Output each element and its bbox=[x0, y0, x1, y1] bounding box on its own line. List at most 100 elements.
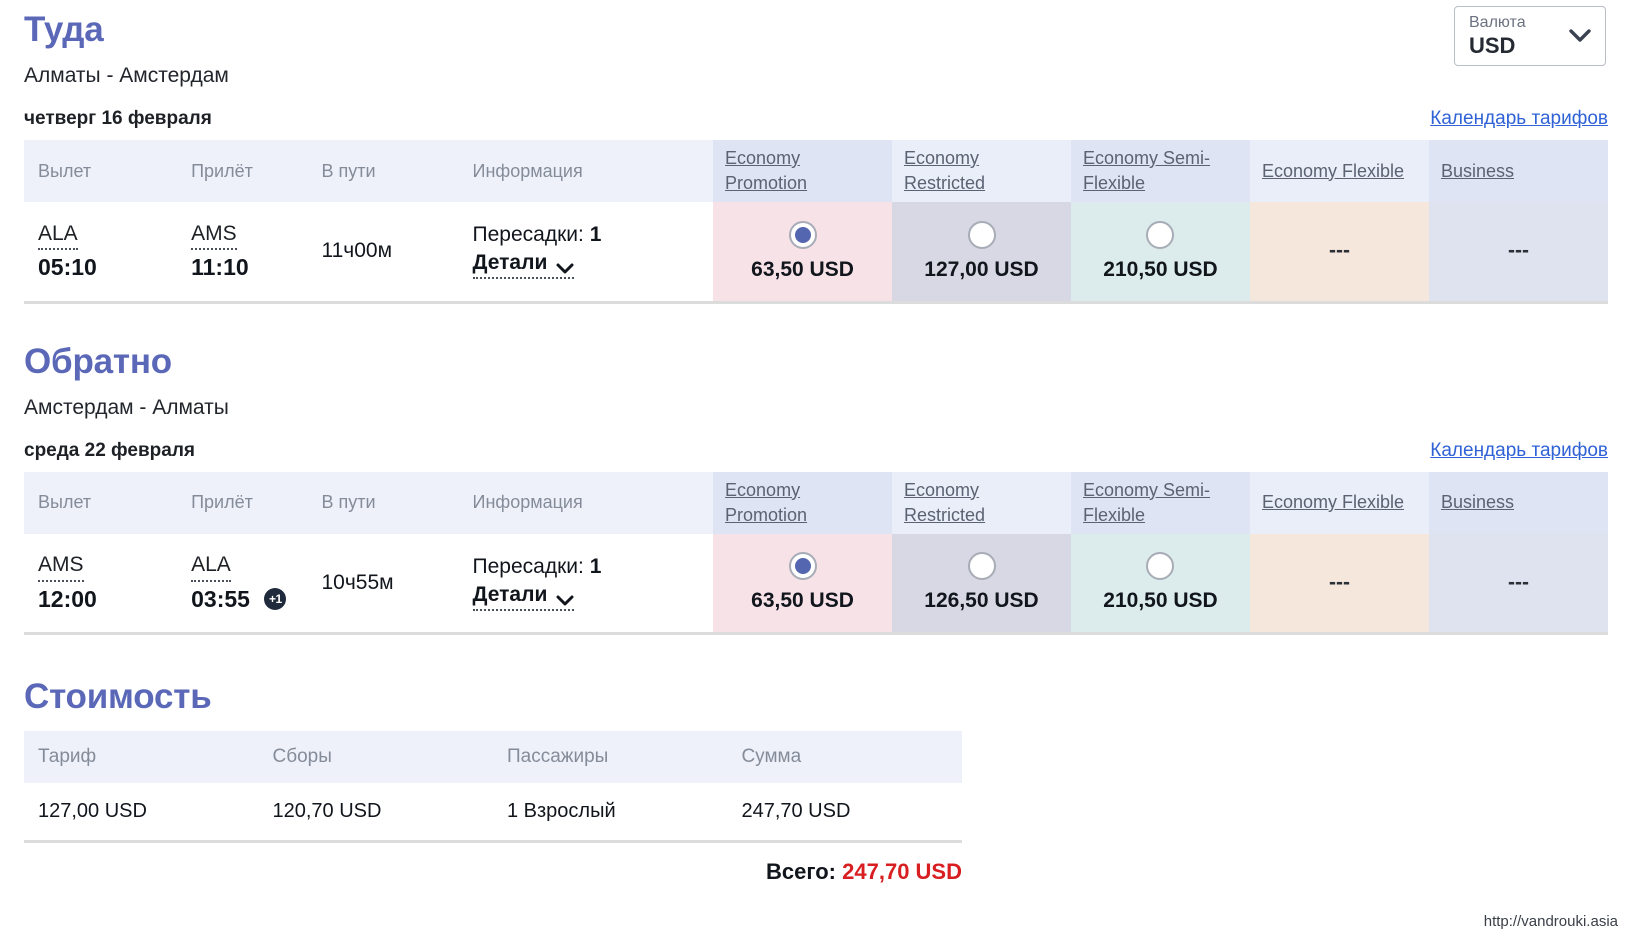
departure-airport-code[interactable]: AMS bbox=[38, 552, 84, 582]
cost-title: Стоимость bbox=[24, 677, 212, 716]
column-header-info: Информация bbox=[458, 471, 714, 534]
column-header-duration: В пути bbox=[307, 471, 459, 534]
arrival-time-value: 11:10 bbox=[191, 254, 249, 280]
fare-class-link-business[interactable]: Business bbox=[1441, 490, 1514, 515]
chevron-down-icon bbox=[556, 589, 574, 606]
departure-time: 05:10 bbox=[38, 254, 97, 280]
inbound-route: Амстердам - Алматы bbox=[24, 395, 229, 419]
inbound-section: Обратно Амстердам - Алматы среда 22 февр… bbox=[24, 304, 1608, 635]
outbound-route: Алматы - Амстердам bbox=[24, 64, 229, 87]
details-label: Детали bbox=[472, 251, 548, 275]
fare-cell-economy-flexible: --- bbox=[1249, 533, 1429, 635]
fare-unavailable-business: --- bbox=[1507, 570, 1529, 594]
fare-radio-economy-semi-flexible[interactable] bbox=[1146, 220, 1175, 249]
fare-selection-page: Валюта USD Туда Алматы - Амстердам четве… bbox=[0, 0, 1632, 940]
cost-value-taxes: 120,70 USD bbox=[258, 783, 493, 843]
fare-radio-economy-restricted[interactable] bbox=[967, 552, 996, 581]
inbound-title: Обратно bbox=[24, 341, 172, 381]
fare-price-economy-promotion: 63,50 USD bbox=[751, 589, 854, 613]
currency-selector[interactable]: Валюта USD bbox=[1454, 6, 1606, 66]
inbound-fare-calendar-link[interactable]: Календарь тарифов bbox=[1430, 440, 1608, 462]
fare-cell-economy-restricted[interactable]: 126,50 USD bbox=[892, 533, 1071, 635]
cost-section: Стоимость Тариф Сборы Пассажиры Сумма 12… bbox=[24, 677, 1608, 885]
fare-class-header-business: Business bbox=[1428, 471, 1608, 534]
table-row: ALA 05:10 AMS 11:10 11ч00м Пересадки: 1 … bbox=[24, 202, 1608, 304]
duration-cell: 11ч00м bbox=[307, 202, 459, 304]
flight-duration: 10ч55м bbox=[321, 570, 394, 594]
inbound-flight-table: Вылет Прилёт В пути Информация Economy P… bbox=[24, 471, 1608, 635]
inbound-header-row: Вылет Прилёт В пути Информация Economy P… bbox=[24, 471, 1608, 534]
fare-class-link-economy-promotion[interactable]: Economy Promotion bbox=[725, 146, 880, 196]
outbound-section: Туда Алматы - Амстердам четверг 16 февра… bbox=[24, 0, 1608, 304]
details-toggle[interactable]: Детали bbox=[472, 582, 575, 611]
info-cell: Пересадки: 1 Детали bbox=[458, 533, 714, 635]
fare-cell-economy-restricted[interactable]: 127,00 USD bbox=[892, 202, 1071, 304]
fare-class-link-economy-flexible[interactable]: Economy Flexible bbox=[1262, 490, 1404, 515]
column-header-arrival: Прилёт bbox=[177, 140, 308, 202]
stops-label: Пересадки: bbox=[472, 554, 584, 578]
column-header-duration: В пути bbox=[307, 140, 459, 202]
fare-class-header-economy-flexible: Economy Flexible bbox=[1249, 471, 1429, 534]
outbound-header-row: Вылет Прилёт В пути Информация Economy P… bbox=[24, 140, 1608, 202]
departure-cell: ALA 05:10 bbox=[24, 202, 178, 304]
fare-radio-economy-promotion[interactable] bbox=[788, 220, 817, 249]
fare-cell-economy-promotion[interactable]: 63,50 USD bbox=[713, 202, 893, 304]
outbound-date-row: четверг 16 февраля Календарь тарифов bbox=[24, 108, 1608, 130]
arrival-airport-code[interactable]: ALA bbox=[191, 552, 231, 582]
cost-column-header-passengers: Пассажиры bbox=[492, 731, 728, 783]
fare-cell-economy-semi-flexible[interactable]: 210,50 USD bbox=[1071, 202, 1250, 304]
fare-class-link-economy-flexible[interactable]: Economy Flexible bbox=[1262, 159, 1404, 184]
fare-class-link-economy-semi-flexible[interactable]: Economy Semi-Flexible bbox=[1083, 478, 1238, 528]
fare-class-link-business[interactable]: Business bbox=[1441, 159, 1514, 184]
fare-radio-economy-promotion[interactable] bbox=[788, 552, 817, 581]
arrival-time: 11:10 bbox=[191, 253, 293, 282]
fare-class-link-economy-semi-flexible[interactable]: Economy Semi-Flexible bbox=[1083, 146, 1238, 196]
fare-cell-economy-promotion[interactable]: 63,50 USD bbox=[713, 533, 893, 635]
flight-duration: 11ч00м bbox=[321, 239, 393, 263]
details-toggle[interactable]: Детали bbox=[472, 251, 575, 280]
arrival-cell: ALA 03:55 +1 bbox=[177, 533, 308, 635]
outbound-fare-calendar-link[interactable]: Календарь тарифов bbox=[1430, 108, 1608, 130]
fare-class-link-economy-restricted[interactable]: Economy Restricted bbox=[904, 478, 1059, 528]
inbound-date: среда 22 февраля bbox=[24, 439, 196, 461]
stops-info: Пересадки: 1 bbox=[473, 223, 700, 247]
details-label: Детали bbox=[472, 582, 548, 606]
fare-class-header-business: Business bbox=[1428, 140, 1608, 202]
cost-column-header-sum: Сумма bbox=[727, 731, 962, 783]
fare-class-header-economy-flexible: Economy Flexible bbox=[1249, 140, 1429, 202]
fare-class-header-economy-restricted: Economy Restricted bbox=[892, 140, 1071, 202]
stops-count: 1 bbox=[589, 554, 602, 578]
stops-info: Пересадки: 1 bbox=[473, 555, 700, 579]
cost-column-header-taxes: Сборы bbox=[258, 731, 493, 783]
departure-airport-code[interactable]: ALA bbox=[38, 221, 78, 250]
fare-class-header-economy-restricted: Economy Restricted bbox=[892, 471, 1071, 534]
cost-column-header-fare: Тариф bbox=[24, 731, 259, 783]
cost-value-fare: 127,00 USD bbox=[24, 783, 259, 843]
info-cell: Пересадки: 1 Детали bbox=[458, 202, 714, 304]
fare-class-link-economy-restricted[interactable]: Economy Restricted bbox=[904, 146, 1059, 196]
fare-cell-economy-semi-flexible[interactable]: 210,50 USD bbox=[1071, 533, 1250, 635]
stops-count: 1 bbox=[589, 223, 602, 247]
fare-cell-economy-flexible: --- bbox=[1249, 202, 1429, 304]
duration-cell: 10ч55м bbox=[307, 533, 459, 635]
fare-price-economy-restricted: 126,50 USD bbox=[924, 589, 1039, 613]
fare-class-header-economy-promotion: Economy Promotion bbox=[713, 471, 893, 534]
fare-cell-business: --- bbox=[1428, 533, 1608, 635]
fare-price-economy-semi-flexible: 210,50 USD bbox=[1103, 257, 1218, 281]
fare-price-economy-restricted: 127,00 USD bbox=[924, 257, 1039, 281]
outbound-flight-table: Вылет Прилёт В пути Информация Economy P… bbox=[24, 140, 1608, 304]
cost-header-row: Тариф Сборы Пассажиры Сумма bbox=[24, 731, 962, 783]
fare-radio-economy-restricted[interactable] bbox=[967, 220, 996, 249]
cost-table: Тариф Сборы Пассажиры Сумма 127,00 USD 1… bbox=[24, 731, 962, 843]
departure-time: 12:00 bbox=[38, 585, 97, 612]
fare-radio-economy-semi-flexible[interactable] bbox=[1146, 552, 1175, 581]
fare-unavailable-economy-flexible: --- bbox=[1328, 570, 1350, 594]
column-header-departure: Вылет bbox=[24, 471, 178, 534]
departure-cell: AMS 12:00 bbox=[24, 533, 178, 635]
chevron-down-icon bbox=[556, 257, 574, 274]
fare-class-link-economy-promotion[interactable]: Economy Promotion bbox=[725, 478, 880, 528]
arrival-time: 03:55 +1 bbox=[191, 585, 293, 614]
arrival-airport-code[interactable]: AMS bbox=[191, 221, 237, 250]
table-row: 127,00 USD 120,70 USD 1 Взрослый 247,70 … bbox=[24, 783, 962, 843]
arrival-time-value: 03:55 bbox=[191, 585, 250, 612]
